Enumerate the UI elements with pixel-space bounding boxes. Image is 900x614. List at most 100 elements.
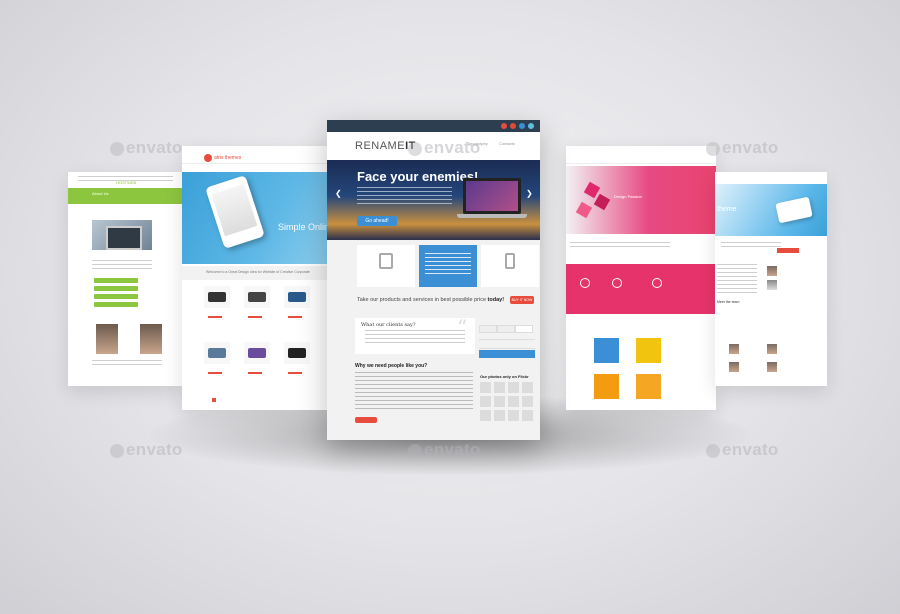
logo-icon [204, 154, 212, 162]
service-icon [652, 278, 662, 288]
promo-main: Take our products and services in best p… [357, 297, 487, 303]
flickr-thumb[interactable] [508, 382, 519, 393]
flickr-thumb[interactable] [480, 396, 491, 407]
hero-slider: Face your enemies! Go ahead! [327, 160, 540, 240]
flickr-thumb[interactable] [494, 396, 505, 407]
rating-stars [208, 316, 222, 318]
rating-stars [288, 316, 302, 318]
laptop-base [457, 214, 527, 218]
green-list-item[interactable] [94, 302, 138, 307]
list-icon [379, 253, 393, 269]
info-text: Welcome to a Great Design Idea for Websi… [206, 270, 310, 274]
envato-leaf-icon [706, 141, 720, 156]
text-lines [721, 242, 781, 248]
avatar [729, 344, 739, 354]
watermark-text: envato [126, 440, 183, 459]
team-portrait [140, 324, 162, 354]
brand-prefix: RENAME [355, 140, 406, 152]
feature-box[interactable] [357, 245, 415, 287]
hero-title: theme [717, 206, 737, 213]
product-thumb[interactable] [284, 342, 310, 364]
sidebar-row-active[interactable] [479, 350, 535, 358]
avatar [767, 344, 777, 354]
brand-logo: RENAMEIT [355, 140, 416, 152]
flickr-thumb[interactable] [480, 382, 491, 393]
template-page-right: theme Meet the team [715, 172, 827, 386]
feature-box-active[interactable] [419, 245, 477, 287]
phone-icon [505, 253, 515, 269]
flickr-thumb[interactable] [494, 382, 505, 393]
social-icon[interactable] [501, 123, 507, 129]
green-list-item[interactable] [94, 294, 138, 299]
section-title: About Us [92, 191, 109, 196]
watermark: envato [408, 138, 481, 158]
nav-link[interactable]: Contacts [499, 141, 515, 146]
portfolio-tile[interactable] [594, 338, 619, 363]
logo-text: atrix themes [214, 155, 242, 161]
cube-shape [593, 193, 611, 211]
envato-leaf-icon [110, 443, 124, 458]
envato-leaf-icon [408, 443, 422, 458]
social-icon[interactable] [528, 123, 534, 129]
hero-description [357, 187, 452, 205]
cta-button[interactable] [777, 248, 799, 253]
product-thumb[interactable] [284, 286, 310, 308]
feature-lines [425, 253, 471, 275]
article-lines [355, 372, 473, 410]
feature-box[interactable] [481, 245, 539, 287]
chevron-left-icon[interactable]: ❮ [335, 189, 342, 198]
caption-lines [92, 360, 162, 368]
portfolio-tile[interactable] [594, 374, 619, 399]
green-list-item[interactable] [94, 278, 138, 283]
product-thumb[interactable] [244, 286, 270, 308]
pagination-active[interactable] [212, 398, 216, 402]
flickr-thumb[interactable] [494, 410, 505, 421]
watermark-text: envato [424, 138, 481, 157]
section-title: Meet the team [717, 300, 740, 304]
hero-banner: Design Passion [566, 166, 716, 234]
social-icon[interactable] [510, 123, 516, 129]
flickr-thumb[interactable] [522, 396, 533, 407]
promo-bold: today! [487, 297, 505, 303]
flickr-thumb[interactable] [522, 382, 533, 393]
mockup-stage: HOSTWEB About Us atrix themes Simple Onl… [0, 0, 900, 614]
green-list-item[interactable] [94, 286, 138, 291]
flickr-thumb[interactable] [508, 410, 519, 421]
hero-banner: Simple Online [182, 172, 332, 264]
watermark: envato [706, 440, 779, 460]
buy-it-button[interactable]: BUY IT NOW [510, 296, 534, 304]
flickr-thumb[interactable] [480, 410, 491, 421]
product-thumb[interactable] [204, 286, 230, 308]
portfolio-tile[interactable] [636, 338, 661, 363]
watermark: envato [706, 138, 779, 158]
flickr-heading: Our photos only on Flickr [480, 374, 529, 379]
sidebar-row[interactable] [479, 341, 535, 349]
flickr-thumb[interactable] [508, 396, 519, 407]
hero-caption: Design Passion [614, 194, 642, 199]
product-thumb[interactable] [244, 342, 270, 364]
watermark-text: envato [722, 138, 779, 157]
top-bar [327, 120, 540, 132]
nav-logo: HOSTWEB [116, 180, 137, 185]
phone-icon [775, 196, 813, 224]
info-bar: Welcome to a Great Design Idea for Websi… [182, 266, 332, 280]
portfolio-tile[interactable] [636, 374, 661, 399]
top-nav [566, 146, 716, 164]
product-thumb[interactable] [204, 342, 230, 364]
text-lines [92, 260, 152, 270]
chevron-right-icon[interactable]: ❯ [526, 189, 533, 198]
rating-stars [248, 372, 262, 374]
social-icon[interactable] [519, 123, 525, 129]
flickr-thumb[interactable] [522, 410, 533, 421]
envato-leaf-icon [706, 443, 720, 458]
go-ahead-button[interactable]: Go ahead! [357, 216, 397, 226]
read-more-button[interactable] [355, 417, 377, 423]
cube-shape [575, 201, 593, 219]
template-page-center: RENAMEIT Typography Contacts Face your e… [327, 120, 540, 440]
watermark-text: envato [424, 440, 481, 459]
template-page-fourth: Design Passion [566, 146, 716, 410]
watermark-text: envato [722, 440, 779, 459]
rating-stars [288, 372, 302, 374]
promo-text: Take our products and services in best p… [357, 297, 504, 303]
sidebar-row[interactable] [479, 332, 535, 340]
